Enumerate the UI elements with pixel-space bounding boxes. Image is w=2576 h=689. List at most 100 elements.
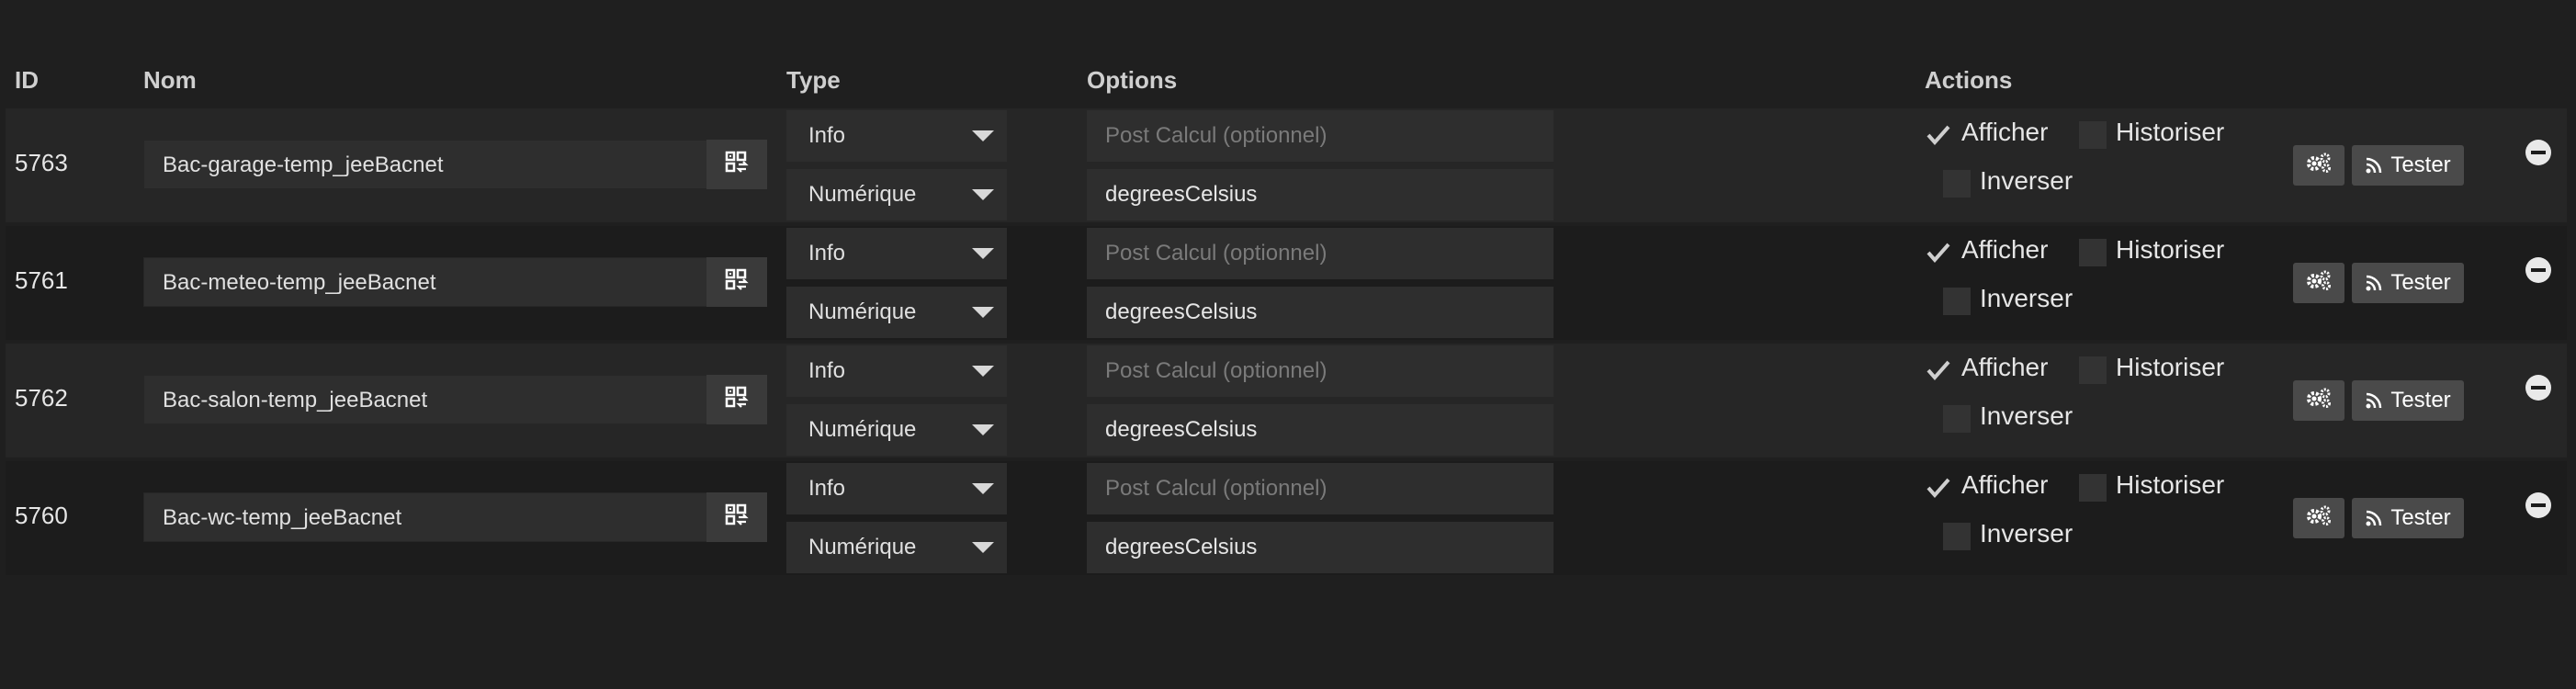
- table-row: 5762 Bac-salon-temp_jeeBacnet Info Numér…: [6, 344, 2567, 457]
- tester-label: Tester: [2390, 152, 2451, 177]
- config-button[interactable]: [2293, 263, 2344, 303]
- table-row: 5763 Bac-garage-temp_jeeBacnet Info Numé…: [6, 108, 2567, 222]
- gears-icon: [2305, 504, 2333, 533]
- header-options: Options: [1087, 66, 1178, 94]
- historiser-checkbox[interactable]: [2079, 474, 2107, 502]
- config-button[interactable]: [2293, 380, 2344, 421]
- qr-swap-icon: [725, 386, 749, 414]
- type-select-value: Info: [808, 358, 846, 383]
- gears-icon: [2305, 269, 2333, 298]
- post-calcul-input[interactable]: Post Calcul (optionnel): [1087, 345, 1554, 397]
- tester-label: Tester: [2390, 270, 2451, 295]
- type-select[interactable]: Info: [786, 110, 1007, 162]
- command-name-input[interactable]: Bac-wc-temp_jeeBacnet: [143, 492, 709, 542]
- tester-label: Tester: [2390, 388, 2451, 412]
- historiser-checkbox[interactable]: [2079, 121, 2107, 149]
- command-id: 5763: [15, 149, 68, 176]
- chevron-down-icon: [972, 366, 994, 377]
- afficher-checkbox[interactable]: [1925, 239, 1952, 266]
- post-calcul-input[interactable]: Post Calcul (optionnel): [1087, 110, 1554, 162]
- type-select[interactable]: Info: [786, 463, 1007, 514]
- tester-button[interactable]: Tester: [2352, 263, 2464, 303]
- header-type: Type: [786, 66, 841, 94]
- header-nom: Nom: [143, 66, 197, 94]
- name-action-button[interactable]: [706, 257, 767, 307]
- historiser-checkbox[interactable]: [2079, 356, 2107, 384]
- subtype-select[interactable]: Numérique: [786, 522, 1007, 573]
- subtype-select[interactable]: Numérique: [786, 169, 1007, 220]
- header-id: ID: [15, 66, 39, 94]
- command-name-input[interactable]: Bac-salon-temp_jeeBacnet: [143, 375, 709, 424]
- minus-circle-icon[interactable]: [2525, 492, 2551, 518]
- command-name-input[interactable]: Bac-meteo-temp_jeeBacnet: [143, 257, 709, 307]
- inverser-checkbox[interactable]: [1943, 405, 1971, 433]
- post-calcul-input[interactable]: Post Calcul (optionnel): [1087, 463, 1554, 514]
- afficher-label: Afficher: [1961, 353, 2049, 381]
- unit-input[interactable]: degreesCelsius: [1087, 404, 1554, 456]
- unit-input[interactable]: degreesCelsius: [1087, 169, 1554, 220]
- type-select[interactable]: Info: [786, 345, 1007, 397]
- chevron-down-icon: [972, 483, 994, 494]
- check-icon: [1926, 125, 1950, 146]
- afficher-checkbox[interactable]: [1925, 121, 1952, 149]
- name-action-button[interactable]: [706, 375, 767, 424]
- rss-icon: [2365, 391, 2383, 410]
- table-row: 5760 Bac-wc-temp_jeeBacnet Info Numériqu…: [6, 461, 2567, 575]
- header-actions: Actions: [1925, 66, 2013, 94]
- check-icon: [1926, 243, 1950, 264]
- rss-icon: [2365, 509, 2383, 527]
- minus-circle-icon[interactable]: [2525, 140, 2551, 165]
- chevron-down-icon: [972, 130, 994, 141]
- inverser-checkbox[interactable]: [1943, 523, 1971, 550]
- command-id: 5760: [15, 502, 68, 529]
- subtype-select[interactable]: Numérique: [786, 404, 1007, 456]
- tester-label: Tester: [2390, 505, 2451, 530]
- inverser-label: Inverser: [1980, 166, 2073, 195]
- chevron-down-icon: [972, 542, 994, 553]
- historiser-label: Historiser: [2116, 470, 2225, 499]
- minus-circle-icon[interactable]: [2525, 257, 2551, 283]
- name-action-button[interactable]: [706, 492, 767, 542]
- subtype-select[interactable]: Numérique: [786, 287, 1007, 338]
- tester-button[interactable]: Tester: [2352, 498, 2464, 538]
- tester-button[interactable]: Tester: [2352, 380, 2464, 421]
- type-select-value: Info: [808, 476, 846, 501]
- inverser-label: Inverser: [1980, 284, 2073, 312]
- unit-input[interactable]: degreesCelsius: [1087, 522, 1554, 573]
- command-name-input[interactable]: Bac-garage-temp_jeeBacnet: [143, 140, 709, 189]
- subtype-select-value: Numérique: [808, 535, 917, 559]
- config-button[interactable]: [2293, 498, 2344, 538]
- config-button[interactable]: [2293, 145, 2344, 186]
- post-calcul-input[interactable]: Post Calcul (optionnel): [1087, 228, 1554, 279]
- inverser-label: Inverser: [1980, 401, 2073, 430]
- afficher-label: Afficher: [1961, 470, 2049, 499]
- subtype-select-value: Numérique: [808, 182, 917, 207]
- qr-swap-icon: [725, 503, 749, 532]
- inverser-checkbox[interactable]: [1943, 288, 1971, 315]
- historiser-label: Historiser: [2116, 118, 2225, 146]
- unit-input[interactable]: degreesCelsius: [1087, 287, 1554, 338]
- chevron-down-icon: [972, 307, 994, 318]
- historiser-checkbox[interactable]: [2079, 239, 2107, 266]
- type-select-value: Info: [808, 123, 846, 148]
- inverser-checkbox[interactable]: [1943, 170, 1971, 198]
- chevron-down-icon: [972, 248, 994, 259]
- minus-circle-icon[interactable]: [2525, 375, 2551, 401]
- inverser-label: Inverser: [1980, 519, 2073, 548]
- tester-button[interactable]: Tester: [2352, 145, 2464, 186]
- type-select-value: Info: [808, 241, 846, 265]
- subtype-select-value: Numérique: [808, 417, 917, 442]
- command-id: 5762: [15, 384, 68, 412]
- chevron-down-icon: [972, 424, 994, 435]
- command-id: 5761: [15, 266, 68, 294]
- name-action-button[interactable]: [706, 140, 767, 189]
- gears-icon: [2305, 152, 2333, 180]
- afficher-checkbox[interactable]: [1925, 474, 1952, 502]
- qr-swap-icon: [725, 151, 749, 179]
- qr-swap-icon: [725, 268, 749, 297]
- afficher-checkbox[interactable]: [1925, 356, 1952, 384]
- chevron-down-icon: [972, 189, 994, 200]
- afficher-label: Afficher: [1961, 118, 2049, 146]
- type-select[interactable]: Info: [786, 228, 1007, 279]
- check-icon: [1926, 360, 1950, 381]
